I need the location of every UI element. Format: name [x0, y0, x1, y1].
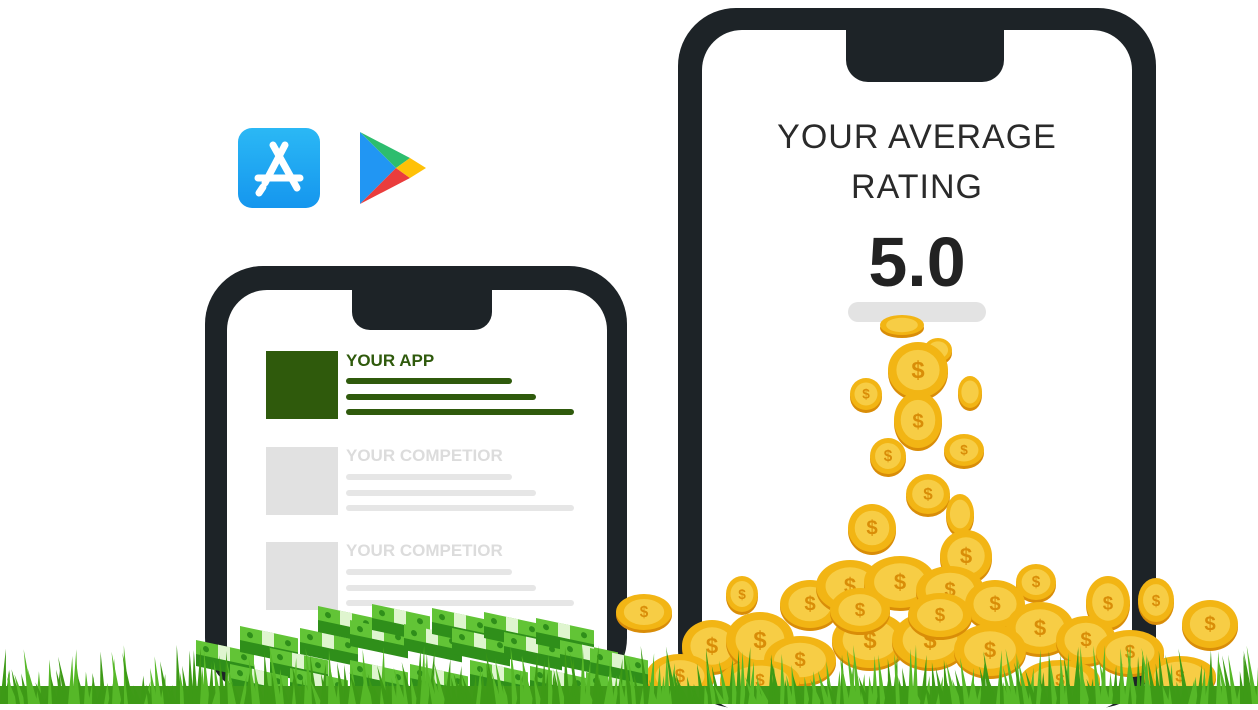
grass-blade [580, 645, 586, 704]
grass-blade [208, 661, 214, 704]
grass-blade [564, 647, 570, 704]
grass-blade [0, 648, 6, 704]
grass-illustration [0, 644, 1258, 704]
grass-blade [664, 653, 670, 704]
grass-blade [100, 651, 106, 704]
grass-blade [872, 655, 878, 704]
